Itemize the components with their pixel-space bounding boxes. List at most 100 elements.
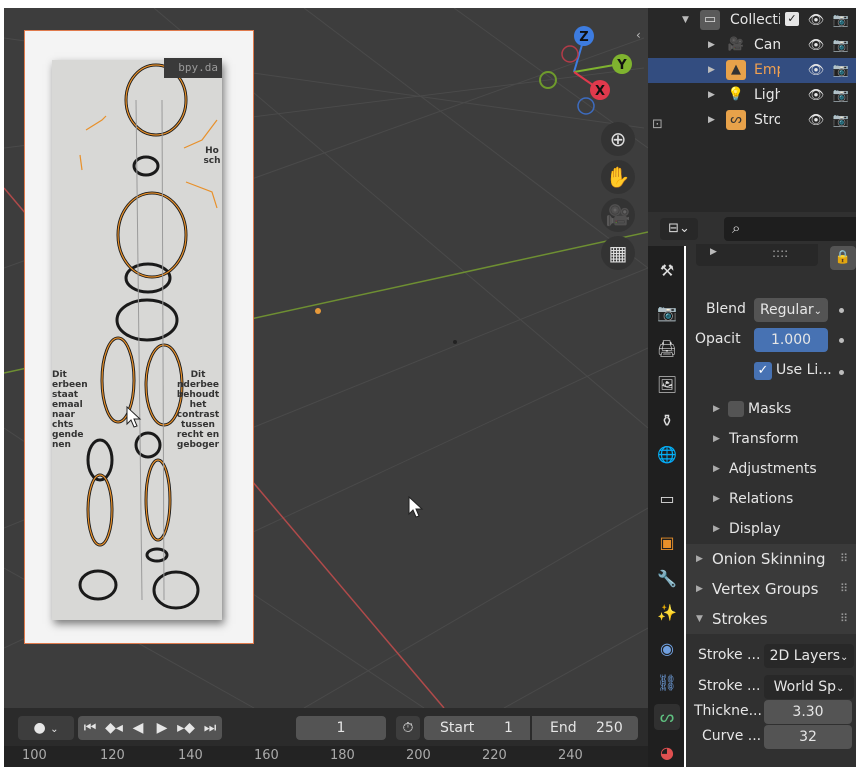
output-tab-icon[interactable]: 🖨: [654, 336, 680, 362]
outliner-panel[interactable]: ▼ ▭ Collection ✓ 👁 📷 ▶ 🎥 Camera 👁 📷 ▶ ▲ …: [648, 8, 856, 212]
render-camera-icon[interactable]: 📷: [832, 8, 850, 33]
3d-viewport[interactable]: Dit erbeen staat emaal naar chts gende nen Dit n…: [4, 8, 648, 708]
layer-list[interactable]: ▶ ::::: [696, 244, 818, 266]
world-tab-icon[interactable]: 🌐: [654, 442, 680, 468]
expand-right-icon[interactable]: ▶: [708, 58, 715, 83]
panel-onion-skinning[interactable]: ▶ Onion Skinning ⠿: [686, 544, 856, 574]
paper-left-text: Dit erbeen staat emaal naar chts gende nen: [52, 370, 88, 450]
prev-keyframe-icon[interactable]: ◆◂: [102, 716, 126, 740]
zoom-in-icon[interactable]: ⊕: [601, 122, 635, 156]
material-tab-icon[interactable]: ◕: [654, 740, 680, 766]
render-camera-icon[interactable]: 📷: [832, 108, 850, 133]
keyframe-dot-icon[interactable]: [839, 370, 844, 375]
outliner-row-stroke[interactable]: ⊡ ▶ ᔕ Stroke 👁 📷: [648, 108, 856, 133]
tool-tab-icon[interactable]: ⚒: [654, 258, 680, 284]
outliner-row-camera[interactable]: ▶ 🎥 Camera 👁 📷: [648, 33, 856, 58]
navigation-gizmo[interactable]: Z Y X: [534, 24, 634, 124]
constraints-tab-icon[interactable]: ⛓: [654, 670, 680, 696]
panel-vertex-groups[interactable]: ▶ Vertex Groups ⠿: [686, 574, 856, 604]
properties-search-input[interactable]: ⌕: [724, 217, 856, 241]
render-camera-icon[interactable]: 📷: [832, 83, 850, 108]
next-keyframe-icon[interactable]: ▸◆: [174, 716, 198, 740]
expand-right-icon[interactable]: ▶: [708, 108, 715, 133]
hand-pan-icon[interactable]: ✋: [601, 160, 635, 194]
current-frame-field[interactable]: 1: [296, 716, 386, 740]
outliner-row-light[interactable]: ▶ 💡 Light 👁 📷: [648, 83, 856, 108]
render-camera-icon[interactable]: 📷: [832, 58, 850, 83]
expand-right-icon[interactable]: ▶: [696, 574, 703, 604]
curve-resolution-field[interactable]: 32: [764, 725, 852, 749]
svg-text:Z: Z: [579, 30, 588, 45]
expand-right-icon[interactable]: ▶: [708, 83, 715, 108]
outliner-row-empty[interactable]: ▶ ▲ Empty 👁 📷: [648, 58, 856, 83]
eye-icon[interactable]: 👁: [807, 33, 825, 58]
timeline-ruler[interactable]: 100 120 140 160 180 200 220 240: [4, 746, 648, 767]
expand-right-icon[interactable]: ▶: [713, 404, 720, 414]
expand-right-icon[interactable]: ▶: [710, 247, 717, 257]
subpanel-display[interactable]: ▶ Display: [686, 520, 856, 540]
stroke-depth-order-row: Stroke ... 2D Layers⌄: [686, 644, 856, 668]
scene-tab-icon[interactable]: ⚱: [654, 408, 680, 434]
expand-down-icon[interactable]: ▼: [682, 8, 689, 33]
collection-tab-icon[interactable]: ▭: [654, 486, 680, 512]
record-icon: ●: [33, 720, 46, 736]
expand-down-icon[interactable]: ▼: [696, 604, 703, 634]
thickness-scale-field[interactable]: 3.30: [764, 700, 852, 724]
collapse-arrow-icon[interactable]: ‹: [636, 28, 641, 42]
expand-right-icon[interactable]: ▶: [713, 524, 720, 534]
keyframe-dot-icon[interactable]: [839, 308, 844, 313]
blend-dropdown[interactable]: Regular⌄: [754, 298, 828, 322]
stroke-thickness-space-dropdown[interactable]: World Sp⌄: [764, 675, 854, 699]
subpanel-adjustments[interactable]: ▶ Adjustments: [686, 460, 856, 480]
stroke-label: Stroke ...: [698, 647, 761, 663]
stroke-depth-order-dropdown[interactable]: 2D Layers⌄: [764, 644, 854, 668]
eye-icon[interactable]: 👁: [807, 83, 825, 108]
editor-type-dropdown[interactable]: ⊟⌄: [660, 218, 698, 240]
panel-strokes[interactable]: ▼ Strokes ⠿: [686, 604, 856, 634]
keyframe-dot-icon[interactable]: [839, 338, 844, 343]
expand-right-icon[interactable]: ▶: [713, 494, 720, 504]
use-lights-checkbox[interactable]: ✓: [754, 362, 772, 380]
drag-handle-icon[interactable]: ⠿: [840, 574, 848, 604]
opacity-label: Opacit: [695, 331, 741, 347]
start-frame-field[interactable]: Start 1: [424, 716, 530, 740]
physics-tab-icon[interactable]: ◉: [654, 636, 680, 662]
subpanel-relations[interactable]: ▶ Relations: [686, 490, 856, 510]
outliner-row-collection[interactable]: ▼ ▭ Collection ✓ 👁 📷: [648, 8, 856, 33]
expand-right-icon[interactable]: ▶: [708, 33, 715, 58]
expand-right-icon[interactable]: ▶: [696, 544, 703, 574]
masks-subpanel[interactable]: ▶ Masks: [686, 400, 856, 420]
object-tab-icon[interactable]: ▣: [654, 530, 680, 556]
play-reverse-icon[interactable]: ◀: [126, 716, 150, 740]
grid-ortho-icon[interactable]: ▦: [601, 236, 635, 270]
camera-icon[interactable]: 🎥: [601, 198, 635, 232]
view-layer-tab-icon[interactable]: 🖼: [654, 372, 680, 398]
curve-resolution-row: Curve ... 32: [686, 725, 856, 749]
keying-dropdown[interactable]: ● ⌄: [18, 716, 74, 740]
object-data-tab-icon[interactable]: ᔕ: [654, 704, 680, 730]
jump-end-icon[interactable]: ⏭: [198, 716, 222, 740]
effects-tab-icon[interactable]: ✨: [654, 600, 680, 626]
expand-right-icon[interactable]: ▶: [713, 434, 720, 444]
reference-image-paper[interactable]: Dit erbeen staat emaal naar chts gende nen Dit n…: [52, 60, 222, 620]
render-tab-icon[interactable]: 📷: [654, 300, 680, 326]
render-camera-icon[interactable]: 📷: [832, 33, 850, 58]
opacity-slider[interactable]: 1.000: [754, 328, 828, 352]
jump-start-icon[interactable]: ⏮: [78, 716, 102, 740]
modifier-tab-icon[interactable]: 🔧: [654, 566, 680, 592]
eye-icon[interactable]: 👁: [807, 58, 825, 83]
eye-icon[interactable]: 👁: [807, 108, 825, 133]
eye-icon[interactable]: 👁: [807, 8, 825, 33]
masks-checkbox[interactable]: [728, 401, 744, 417]
play-icon[interactable]: ▶: [150, 716, 174, 740]
expand-right-icon[interactable]: ▶: [713, 464, 720, 474]
end-frame-field[interactable]: End 250: [532, 716, 638, 740]
drag-handle-icon[interactable]: ⠿: [840, 544, 848, 574]
lock-icon[interactable]: 🔒: [830, 246, 856, 270]
resize-handle[interactable]: ::::: [772, 246, 788, 260]
stopwatch-icon[interactable]: ⏱: [396, 716, 420, 740]
drag-handle-icon[interactable]: ⠿: [840, 604, 848, 634]
thickness-scale-row: Thickne... 3.30: [686, 700, 856, 724]
checkbox-icon[interactable]: ✓: [785, 12, 799, 26]
subpanel-transform[interactable]: ▶ Transform: [686, 430, 856, 450]
